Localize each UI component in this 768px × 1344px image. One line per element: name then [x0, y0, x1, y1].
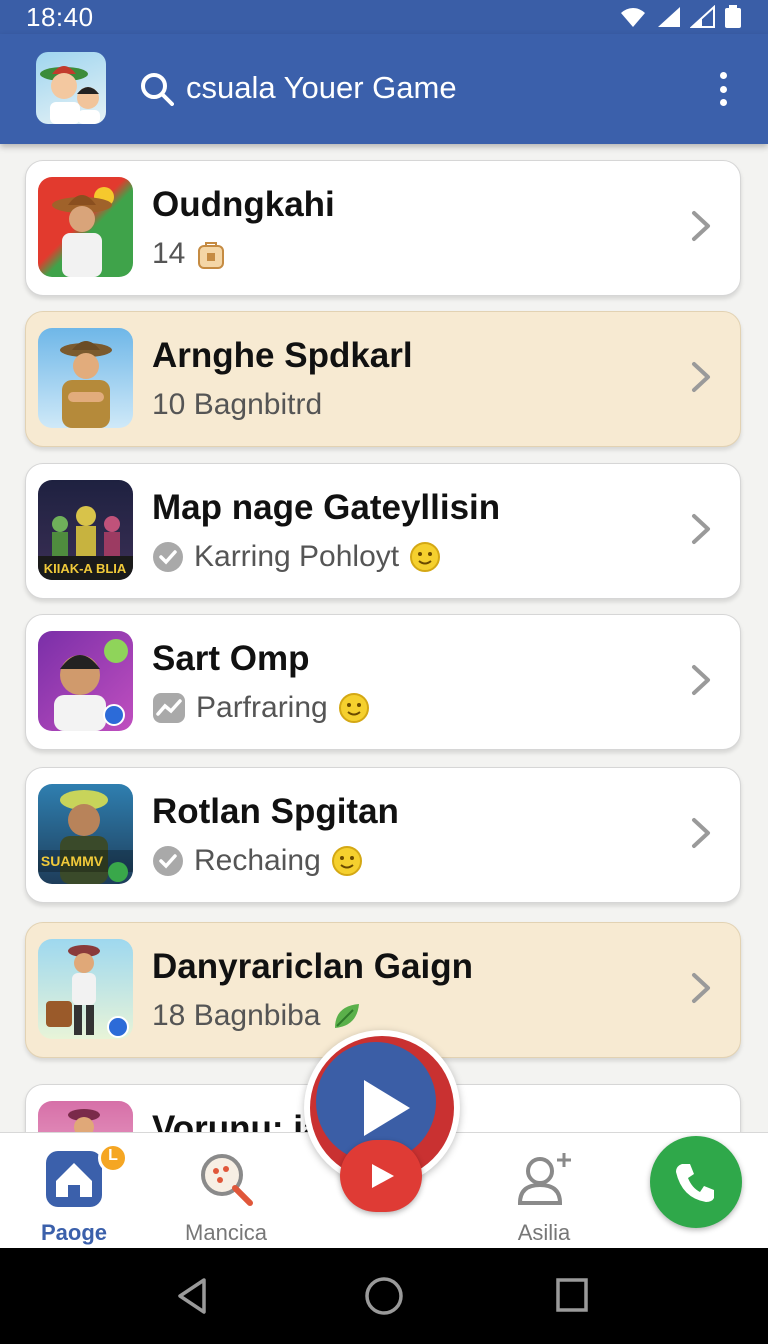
badge-text: L [108, 1147, 118, 1164]
game-subtitle: 18 Bagnbiba [152, 999, 363, 1033]
thumb-caption: SUAMMV [41, 853, 104, 869]
app-title[interactable]: csuala Youer Game [186, 70, 457, 106]
smiley-icon [331, 846, 362, 876]
signal-icon [658, 7, 680, 27]
nav-explore-label: Mancica [185, 1220, 267, 1245]
check-badge-icon [153, 542, 183, 572]
notification-badge: L [98, 1143, 128, 1173]
trend-badge-icon [153, 693, 185, 723]
avatar[interactable] [36, 52, 106, 124]
chevron-right-icon[interactable] [690, 209, 712, 243]
game-subtitle-text: Rechaing [194, 844, 321, 877]
recents-icon[interactable] [552, 1274, 592, 1318]
list-item[interactable]: Oudngkahi 14 [25, 160, 741, 296]
game-subtitle-text: Karring Pohloyt [194, 540, 400, 573]
app-bar: csuala Youer Game [0, 34, 768, 144]
game-title: Oudngkahi [152, 185, 335, 224]
game-subtitle: 10 Bagnbitrd [152, 388, 323, 421]
game-subtitle-text: 18 Bagnbiba [152, 999, 321, 1032]
game-thumbnail [38, 1101, 133, 1132]
chevron-right-icon[interactable] [690, 512, 712, 546]
game-title: Rotlan Spgitan [152, 792, 399, 831]
back-icon[interactable] [172, 1274, 212, 1318]
check-badge-icon [153, 846, 183, 876]
game-title: Arnghe Spdkarl [152, 336, 413, 375]
game-thumbnail: SUAMMV [38, 784, 133, 884]
smiley-icon [410, 542, 441, 572]
chevron-right-icon[interactable] [690, 971, 712, 1005]
phone-icon [676, 1164, 714, 1202]
search-explore-icon [201, 1154, 253, 1206]
battery-icon [725, 5, 741, 28]
nav-add-person-label: Asilia [517, 1220, 571, 1245]
list-item[interactable]: SUAMMV Rotlan Spgitan Rechaing [25, 767, 741, 903]
add-person-icon [517, 1153, 571, 1205]
list-item[interactable]: Sart Omp Parfraring [25, 614, 741, 750]
game-subtitle: Karring Pohloyt [152, 540, 441, 574]
game-list: Oudngkahi 14 Arnghe Spdkarl 10 Bagnbitrd… [0, 144, 768, 1132]
list-item[interactable]: Arnghe Spdkarl 10 Bagnbitrd [25, 311, 741, 447]
status-bar: 18:40 [0, 0, 768, 34]
nav-explore[interactable]: Mancica [166, 1149, 286, 1246]
game-thumbnail [38, 939, 133, 1039]
mini-play-button[interactable] [340, 1140, 422, 1212]
thumb-caption: KIIAK-A BLIA [44, 561, 127, 576]
search-icon[interactable] [140, 72, 174, 106]
leaf-icon [334, 1004, 359, 1028]
status-icons [618, 5, 742, 29]
chevron-right-icon[interactable] [690, 663, 712, 697]
game-thumbnail [38, 328, 133, 428]
nav-add-person[interactable]: Asilia [484, 1149, 604, 1246]
wifi-icon [621, 8, 645, 27]
game-subtitle: 14 [152, 237, 227, 271]
status-time: 18:40 [26, 1, 94, 32]
game-thumbnail [38, 177, 133, 277]
more-vert-icon[interactable] [710, 72, 736, 106]
game-thumbnail: KIIAK-A BLIA [38, 480, 133, 580]
game-title: Sart Omp [152, 639, 310, 678]
chevron-right-icon[interactable] [690, 360, 712, 394]
call-button[interactable] [650, 1136, 742, 1228]
list-item[interactable]: KIIAK-A BLIA Map nage Gateyllisin Karrin… [25, 463, 741, 599]
game-title: Map nage Gateyllisin [152, 488, 501, 527]
home-circle-icon[interactable] [362, 1274, 406, 1318]
play-icon [364, 1080, 410, 1136]
game-subtitle-text: 14 [152, 237, 186, 270]
game-subtitle-text: Parfraring [196, 691, 328, 724]
game-title: Vorunu: ia [152, 1109, 323, 1132]
smiley-icon [338, 693, 369, 723]
game-title: Danyrariclan Gaign [152, 947, 473, 986]
system-nav-bar [0, 1248, 768, 1344]
game-thumbnail [38, 631, 133, 731]
bag-icon [198, 242, 225, 269]
nav-home[interactable]: L Paoge [14, 1143, 134, 1246]
play-icon [372, 1164, 394, 1188]
chevron-right-icon[interactable] [690, 816, 712, 850]
game-subtitle: Rechaing [152, 844, 363, 878]
game-subtitle: Parfraring [152, 691, 370, 725]
nav-home-label: Paoge [40, 1220, 108, 1245]
signal-weak-icon [690, 5, 715, 28]
home-icon [46, 1151, 102, 1207]
